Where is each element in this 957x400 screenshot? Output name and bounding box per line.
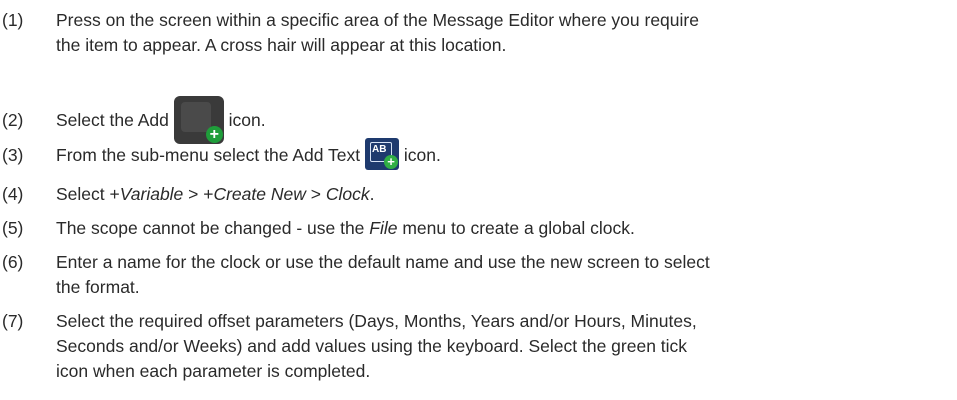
step-number: (5) — [2, 218, 24, 238]
clock-menu-item: Clock — [325, 184, 370, 204]
create-new-menu-item: Create New — [213, 184, 306, 204]
step-line: the item to appear. A cross hair will ap… — [56, 35, 507, 55]
step-text: From the sub-menu select the Add Text AB… — [56, 138, 951, 170]
step-number: (1) — [2, 10, 24, 30]
step-text-part: Select + — [56, 184, 120, 204]
add-icon: + — [173, 96, 224, 144]
step-number: (2) — [2, 110, 24, 130]
add-text-icon-label: AB — [372, 144, 387, 155]
step-text-after: icon. — [403, 145, 441, 165]
plus-icon: + — [384, 155, 399, 169]
step-text-part: > — [305, 184, 326, 204]
step-number: (7) — [2, 311, 24, 331]
step-text-part: > + — [183, 184, 214, 204]
step-number: (6) — [2, 252, 24, 272]
add-icon-square — [180, 102, 211, 132]
step-text: Select +Variable > +Create New > Clock. — [56, 182, 951, 207]
step-line: icon when each parameter is completed. — [56, 361, 371, 381]
step-text: Enter a name for the clock or use the de… — [56, 250, 951, 300]
variable-menu-item: Variable — [119, 184, 184, 204]
step-text-before: Select the Add — [56, 110, 169, 130]
step-text-part: menu to create a global clock. — [397, 218, 635, 238]
step-number: (3) — [2, 145, 24, 165]
plus-icon: + — [205, 126, 223, 143]
step-line: Enter a name for the clock or use the de… — [56, 252, 710, 272]
file-menu-reference: File — [369, 218, 398, 238]
step-number: (4) — [2, 184, 24, 204]
step-line: Seconds and/or Weeks) and add values usi… — [56, 336, 688, 356]
step-text-part: . — [369, 184, 375, 204]
step-text: The scope cannot be changed - use the Fi… — [56, 216, 951, 241]
add-text-icon: AB + — [365, 138, 400, 170]
step-text: Press on the screen within a specific ar… — [56, 8, 951, 58]
step-line: the format. — [56, 277, 140, 297]
step-line: Press on the screen within a specific ar… — [56, 10, 699, 30]
step-text-after: icon. — [228, 110, 266, 130]
step-line: Select the required offset parameters (D… — [56, 311, 697, 331]
step-text-part: The scope cannot be changed - use the — [56, 218, 370, 238]
step-text-before: From the sub-menu select the Add Text — [56, 145, 361, 165]
step-text: Select the required offset parameters (D… — [56, 309, 951, 384]
step-text: Select the Add + icon. — [56, 96, 951, 144]
